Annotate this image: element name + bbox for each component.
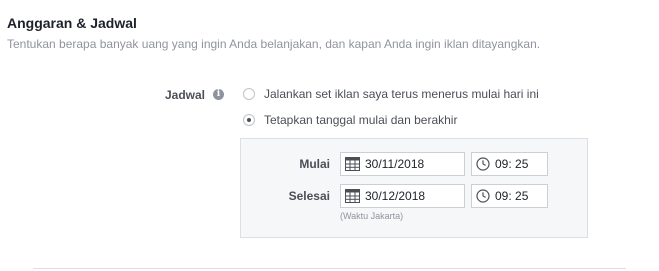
start-time-input[interactable]: 09: 25 [471, 152, 548, 176]
timezone-note: (Waktu Jakarta) [340, 211, 404, 221]
calendar-icon [345, 189, 360, 203]
radio-label-run-continuously: Jalankan set iklan saya terus menerus mu… [264, 87, 539, 101]
end-label: Selesai [288, 189, 330, 203]
radio-button-selected[interactable] [243, 114, 255, 126]
end-date-value: 30/12/2018 [365, 189, 426, 203]
start-time-value: 09: 25 [495, 157, 529, 171]
calendar-icon [345, 157, 360, 171]
schedule-label: Jadwal [165, 88, 206, 102]
info-icon[interactable]: i [213, 89, 224, 100]
start-date-input[interactable]: 30/11/2018 [340, 152, 465, 176]
section-divider [33, 268, 626, 269]
clock-icon [476, 157, 490, 171]
radio-run-continuously[interactable]: Jalankan set iklan saya terus menerus mu… [243, 87, 539, 101]
start-label: Mulai [299, 157, 330, 171]
radio-button[interactable] [243, 88, 255, 100]
start-date-value: 30/11/2018 [365, 157, 425, 171]
clock-icon [476, 189, 490, 203]
end-date-input[interactable]: 30/12/2018 [340, 184, 465, 208]
end-time-input[interactable]: 09: 25 [471, 184, 548, 208]
section-title: Anggaran & Jadwal [7, 15, 137, 31]
end-time-value: 09: 25 [495, 189, 529, 203]
radio-set-start-end[interactable]: Tetapkan tanggal mulai dan berakhir [243, 113, 457, 127]
section-subtitle: Tentukan berapa banyak uang yang ingin A… [7, 37, 541, 51]
radio-label-set-start-end: Tetapkan tanggal mulai dan berakhir [264, 113, 458, 127]
